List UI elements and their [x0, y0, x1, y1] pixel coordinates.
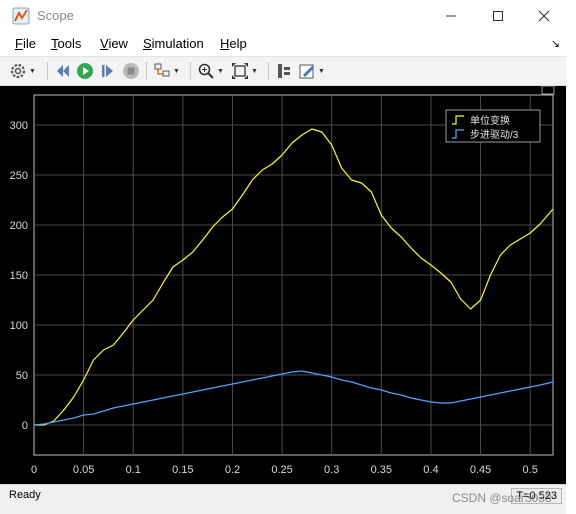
toolbar-separator — [146, 62, 147, 80]
run-icon — [77, 63, 93, 79]
x-tick-label: 0.35 — [371, 464, 392, 476]
cursor-icon — [278, 64, 290, 78]
step-forward-button[interactable] — [99, 61, 117, 81]
autoscale-dropdown-icon[interactable]: ▼ — [251, 68, 258, 75]
menu-file[interactable]: File — [15, 36, 36, 51]
menu-help[interactable]: Help — [220, 36, 247, 51]
x-tick-label: 0.15 — [172, 464, 193, 476]
status-text: Ready — [9, 489, 41, 501]
x-tick-label: 0.3 — [324, 464, 339, 476]
x-tick-label: 0.5 — [523, 464, 538, 476]
x-tick-label: 0.1 — [126, 464, 141, 476]
y-tick-label: 200 — [10, 220, 28, 232]
title-bar: Scope — [0, 0, 566, 32]
stop-button[interactable] — [122, 61, 140, 81]
toolbar-separator — [47, 62, 48, 80]
stop-icon — [123, 63, 139, 79]
y-tick-label: 100 — [10, 320, 28, 332]
settings-icon — [10, 63, 26, 79]
menu-view[interactable]: View — [100, 36, 128, 51]
close-icon — [538, 10, 550, 22]
x-tick-label: 0.45 — [470, 464, 491, 476]
signal-icon — [154, 63, 170, 77]
line-chart[interactable]: 0 0.05 0.1 0.15 0.2 0.25 0.3 0.35 0.4 0.45 0.5 0 50 1… — [0, 85, 566, 484]
x-tick-label: 0.2 — [225, 464, 240, 476]
legend-label: 步进驱动/3 — [470, 129, 519, 141]
menu-bar: File Tools View Simulation Help ↘ — [0, 32, 566, 57]
toolbar-separator — [190, 62, 191, 80]
step-forward-icon — [102, 65, 113, 77]
autoscale-button[interactable]: ▼ — [231, 61, 258, 81]
style-button[interactable]: ▼ — [298, 61, 325, 81]
settings-dropdown-icon[interactable]: ▼ — [29, 68, 36, 75]
zoom-dropdown-icon[interactable]: ▼ — [217, 68, 224, 75]
step-back-icon — [57, 65, 69, 77]
run-button[interactable] — [76, 61, 94, 81]
maximize-button[interactable] — [475, 0, 521, 32]
menu-tools[interactable]: Tools — [51, 36, 81, 51]
y-tick-label: 50 — [16, 370, 28, 382]
y-tick-label: 300 — [10, 120, 28, 132]
toolbar: ▼ ▼ ▼ ▼ ▼ — [0, 57, 566, 86]
scope-window: Scope File Tools View Simulation Help ↘ … — [0, 0, 567, 514]
x-tick-label: 0.4 — [423, 464, 438, 476]
plot-area[interactable]: 0 0.05 0.1 0.15 0.2 0.25 0.3 0.35 0.4 0.45 0.5 0 50 1… — [0, 85, 566, 484]
toolbar-separator — [268, 62, 269, 80]
minimize-icon — [446, 15, 456, 17]
signal-selector-button[interactable]: ▼ — [153, 61, 180, 81]
window-title: Scope — [37, 8, 74, 23]
menu-simulation[interactable]: Simulation — [143, 36, 204, 51]
x-tick-label: 0.05 — [73, 464, 94, 476]
style-icon — [299, 64, 314, 79]
minimize-button[interactable] — [428, 0, 474, 32]
close-button[interactable] — [521, 0, 567, 32]
style-dropdown-icon[interactable]: ▼ — [318, 68, 325, 75]
signal-dropdown-icon[interactable]: ▼ — [173, 68, 180, 75]
autoscale-icon — [232, 63, 248, 79]
maximize-icon — [493, 11, 503, 21]
y-tick-label: 0 — [22, 420, 28, 432]
legend-label: 单位变换 — [470, 114, 510, 127]
watermark: CSDN @soar3033 — [452, 491, 552, 505]
cursor-measure-button[interactable] — [275, 61, 293, 81]
zoom-button[interactable]: ▼ — [197, 61, 224, 81]
y-tick-label: 150 — [10, 270, 28, 282]
matlab-scope-icon — [12, 7, 30, 25]
zoom-icon — [198, 63, 214, 79]
y-tick-label: 250 — [10, 170, 28, 182]
step-back-button[interactable] — [54, 61, 72, 81]
legend-toggle-icon — [541, 85, 555, 95]
background-window-fragment — [566, 0, 576, 514]
x-tick-label: 0.25 — [271, 464, 292, 476]
menu-dock-arrow-icon[interactable]: ↘ — [551, 37, 560, 50]
settings-button[interactable]: ▼ — [9, 61, 36, 81]
x-tick-label: 0 — [31, 464, 37, 476]
